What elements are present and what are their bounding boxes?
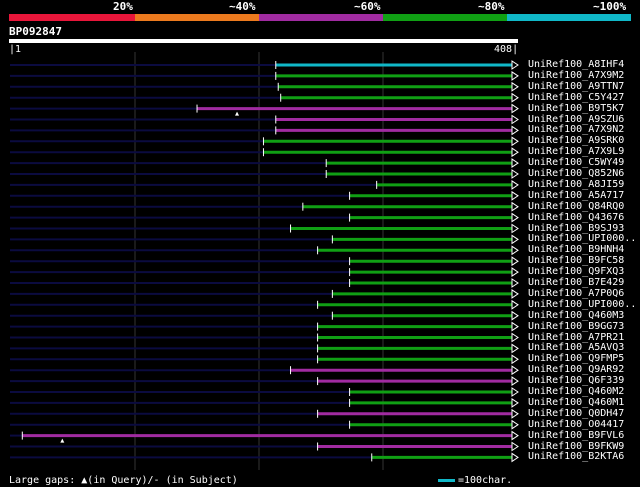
hit-end-arrow-icon (511, 343, 519, 354)
hit-label[interactable]: UniRef100_A7X9N2 (528, 125, 624, 135)
hit-label[interactable]: UniRef100_B9FKW9 (528, 441, 624, 452)
hit-end-arrow-icon (511, 179, 519, 190)
hit-end-arrow-icon (511, 147, 519, 158)
hit-end-arrow-icon (511, 365, 519, 376)
hit-label[interactable]: UniRef100_B9FC58 (528, 256, 624, 266)
hit-end-arrow-icon (511, 267, 519, 278)
query-gap-legend-text: (in Query)/ (87, 475, 154, 486)
hit-end-arrow-icon (511, 376, 519, 387)
hit-end-arrow-icon (511, 114, 519, 125)
hit-end-arrow-icon (511, 397, 519, 408)
hit-label[interactable]: UniRef100_UPI000.. (528, 234, 636, 244)
hit-end-arrow-icon (511, 70, 519, 81)
hit-label[interactable]: UniRef100_B9SJ93 (528, 223, 624, 234)
hit-end-arrow-icon (511, 125, 519, 136)
hit-label[interactable]: UniRef100_A7PR21 (528, 332, 624, 343)
hit-label[interactable]: UniRef100_A9SZU6 (528, 114, 624, 125)
hit-label[interactable]: UniRef100_Q9AR92 (528, 365, 624, 375)
hit-end-arrow-icon (511, 190, 519, 201)
hit-label[interactable]: UniRef100_B7E429 (528, 278, 624, 288)
gap-legend-label: Large gaps: (9, 475, 76, 486)
hit-end-arrow-icon (511, 212, 519, 223)
hit-end-arrow-icon (511, 354, 519, 365)
hit-label[interactable]: UniRef100_A5A717 (528, 190, 624, 201)
hit-end-arrow-icon (511, 278, 519, 288)
hit-end-arrow-icon (511, 299, 519, 310)
scale-legend: =100char. (438, 475, 512, 486)
hit-end-arrow-icon (511, 408, 519, 419)
hit-end-arrow-icon (511, 158, 519, 169)
hit-end-arrow-icon (511, 103, 519, 114)
query-gap-marker-icon (235, 111, 240, 116)
hit-label[interactable]: UniRef100_A7X9M2 (528, 70, 624, 81)
hit-end-arrow-icon (511, 234, 519, 245)
hit-label[interactable]: UniRef100_O04417 (528, 419, 624, 430)
hit-label[interactable]: UniRef100_B9T5K7 (528, 103, 624, 114)
hit-label[interactable]: UniRef100_Q9FXQ3 (528, 267, 624, 277)
hit-end-arrow-icon (511, 256, 519, 267)
hit-end-arrow-icon (511, 81, 519, 92)
scale-legend-swatch-icon (438, 478, 455, 482)
hit-label[interactable]: UniRef100_UPI000.. (528, 299, 636, 310)
hit-end-arrow-icon (511, 387, 519, 397)
hit-end-arrow-icon (511, 321, 519, 332)
hit-label[interactable]: UniRef100_A7P0Q6 (528, 288, 624, 299)
hit-label[interactable]: UniRef100_Q460M2 (528, 387, 624, 397)
hit-end-arrow-icon (511, 419, 519, 430)
hit-end-arrow-icon (511, 332, 519, 343)
hit-label[interactable]: UniRef100_A5AVQ3 (528, 343, 624, 353)
hit-label[interactable]: UniRef100_Q0DH47 (528, 408, 624, 419)
hit-end-arrow-icon (511, 169, 519, 179)
hit-label[interactable]: UniRef100_C5WY49 (528, 158, 624, 168)
hit-label[interactable]: UniRef100_B2KTA6 (528, 452, 624, 462)
gap-legend: Large gaps: ▲(in Query)/- (in Subject) (9, 475, 238, 486)
hit-end-arrow-icon (511, 452, 519, 463)
hit-label[interactable]: UniRef100_A7X9L9 (528, 147, 624, 157)
hit-label[interactable]: UniRef100_B9GG73 (528, 321, 624, 332)
hit-label[interactable]: UniRef100_B9HNH4 (528, 245, 624, 255)
subject-gap-legend-text: - (in Subject) (153, 475, 238, 486)
query-gap-marker-icon (60, 438, 65, 443)
hit-end-arrow-icon (511, 92, 519, 103)
hit-label[interactable]: UniRef100_A8IHF4 (528, 60, 624, 70)
hit-label[interactable]: UniRef100_C5Y427 (528, 92, 624, 103)
hit-end-arrow-icon (511, 201, 519, 212)
hit-label[interactable]: UniRef100_Q9FMP5 (528, 354, 624, 364)
hit-end-arrow-icon (511, 60, 519, 70)
hit-end-arrow-icon (511, 136, 519, 147)
hit-end-arrow-icon (511, 430, 519, 441)
hit-label[interactable]: UniRef100_A9SRK0 (528, 136, 624, 146)
hit-label[interactable]: UniRef100_Q43676 (528, 212, 624, 223)
hit-end-arrow-icon (511, 441, 519, 452)
hit-end-arrow-icon (511, 245, 519, 256)
hit-label[interactable]: UniRef100_A9TTN7 (528, 81, 624, 92)
hit-label[interactable]: UniRef100_Q852N6 (528, 169, 624, 179)
hit-label[interactable]: UniRef100_A8JI59 (528, 179, 624, 190)
hit-label[interactable]: UniRef100_Q460M3 (528, 310, 624, 321)
hit-label[interactable]: UniRef100_Q6F339 (528, 376, 624, 386)
hit-label[interactable]: UniRef100_Q460M1 (528, 397, 624, 408)
hit-label[interactable]: UniRef100_B9FVL6 (528, 430, 624, 441)
hit-end-arrow-icon (511, 310, 519, 321)
hit-label[interactable]: UniRef100_Q84RQ0 (528, 201, 624, 212)
scale-legend-text: =100char. (458, 475, 513, 486)
hit-end-arrow-icon (511, 288, 519, 299)
hit-end-arrow-icon (511, 223, 519, 234)
